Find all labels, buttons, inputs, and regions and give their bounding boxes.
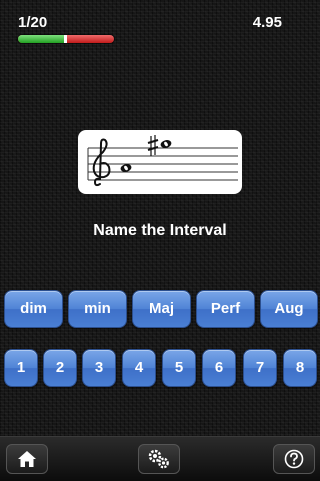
settings-button[interactable] [138,444,180,474]
number-button-7[interactable]: 7 [243,349,277,387]
quality-button-maj[interactable]: Maj [132,290,191,328]
progress-text: 1/20 [18,14,48,31]
quality-button-perf[interactable]: Perf [196,290,255,328]
timer: 4.95 [252,14,282,31]
staff-card [78,130,242,194]
number-button-2[interactable]: 2 [43,349,77,387]
progress-bar-fill [18,35,66,43]
music-staff [87,135,238,187]
treble-clef-icon [92,138,111,187]
home-button[interactable] [6,444,48,474]
quality-button-aug[interactable]: Aug [260,290,318,328]
sharp-sign-icon [147,135,159,156]
number-button-4[interactable]: 4 [122,349,156,387]
progress-bar-marker [64,35,68,43]
gears-icon [148,449,169,469]
home-icon [18,451,36,467]
number-button-8[interactable]: 8 [283,349,317,387]
number-button-3[interactable]: 3 [82,349,116,387]
quality-button-min[interactable]: min [68,290,127,328]
help-button[interactable] [273,444,315,474]
prompt-text: Name the Interval [93,222,227,239]
toolbar [0,436,320,481]
progress-bar [18,35,114,43]
number-button-1[interactable]: 1 [4,349,38,387]
number-button-6[interactable]: 6 [202,349,236,387]
quality-button-dim[interactable]: dim [4,290,63,328]
number-button-5[interactable]: 5 [162,349,196,387]
help-icon [284,449,304,469]
